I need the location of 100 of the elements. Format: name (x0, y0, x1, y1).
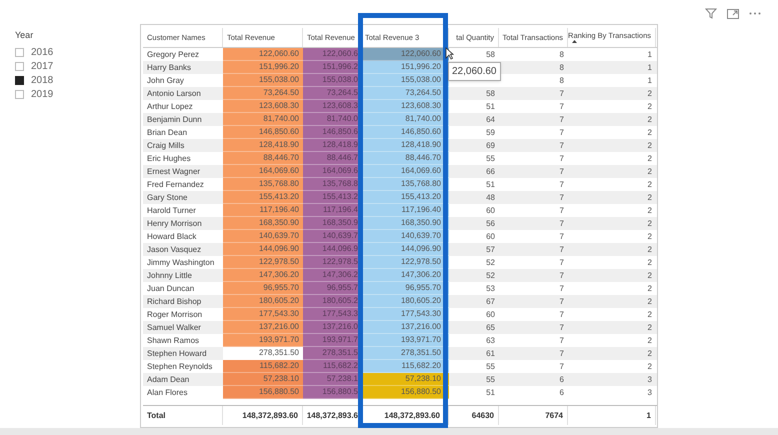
customer-name: Gregory Perez (147, 48, 200, 60)
revenue-cell: 144,096.90 (223, 243, 303, 256)
quantity-cell: 51 (486, 178, 495, 190)
quantity-cell: 60 (486, 308, 495, 320)
revenue-cell: 88,446.7 (303, 152, 361, 165)
customer-name: John Gray (147, 74, 184, 86)
ranking-cell: 3 (648, 374, 652, 386)
quantity-cell: 58 (486, 88, 495, 100)
quantity-cell: 55 (486, 360, 495, 372)
ranking-cell: 2 (648, 308, 652, 320)
transactions-cell: 8 (560, 62, 564, 74)
customer-name: Samuel Walker (147, 322, 201, 334)
customer-name: Arthur Lopez (147, 100, 193, 112)
revenue-cell: 193,971.7 (303, 334, 361, 347)
revenue-cell: 151,996.2 (303, 61, 361, 74)
quantity-cell: 55 (486, 152, 495, 164)
ranking-cell: 2 (648, 322, 652, 334)
revenue-cell: 144,096.9 (303, 243, 361, 256)
revenue-cell: 135,768.80 (223, 178, 303, 191)
revenue-cell: 278,351.50 (361, 347, 449, 360)
revenue-cell: 177,543.30 (223, 308, 303, 321)
revenue-cell: 147,306.2 (303, 269, 361, 282)
revenue-cell: 156,880.50 (223, 386, 303, 399)
revenue-cell: 144,096.90 (361, 243, 449, 256)
revenue-cell: 122,060.60 (223, 48, 303, 61)
customer-name: Stephen Howard (147, 348, 207, 360)
tooltip: 22,060.60 (448, 62, 500, 81)
revenue-cell: 128,418.9 (303, 139, 361, 152)
transactions-cell: 6 (560, 374, 564, 386)
revenue-cell: 164,069.60 (361, 165, 449, 178)
customer-name: Jason Vasquez (147, 244, 202, 256)
revenue-cell: 122,978.50 (223, 256, 303, 269)
revenue-cell: 88,446.70 (361, 152, 449, 165)
revenue-cell: 117,196.40 (361, 204, 449, 217)
transactions-cell: 6 (560, 386, 564, 398)
year-option[interactable]: 2016 (31, 45, 54, 60)
total-cell: 64630 (472, 410, 494, 422)
revenue-cell: 117,196.4 (303, 204, 361, 217)
ranking-cell: 2 (648, 360, 652, 372)
ranking-cell: 2 (648, 244, 652, 256)
slicer-title: Year (15, 29, 34, 42)
revenue-cell: 128,418.90 (361, 139, 449, 152)
year-option[interactable]: 2018 (31, 73, 54, 88)
transactions-cell: 7 (560, 348, 564, 360)
transactions-cell: 7 (560, 244, 564, 256)
checkbox[interactable] (15, 76, 24, 85)
ranking-cell: 2 (648, 126, 652, 138)
quantity-cell: 66 (486, 166, 495, 178)
sort-arrow-icon[interactable] (572, 40, 577, 44)
quantity-cell: 56 (486, 218, 495, 230)
quantity-cell: 59 (486, 126, 495, 138)
customer-name: Eric Hughes (147, 152, 191, 164)
revenue-cell: 96,955.70 (361, 282, 449, 295)
ranking-cell: 2 (648, 230, 652, 242)
year-option[interactable]: 2017 (31, 59, 54, 74)
quantity-cell: 55 (486, 374, 495, 386)
filter-icon[interactable] (705, 8, 717, 19)
quantity-cell: 51 (486, 386, 495, 398)
revenue-cell: 278,351.50 (223, 347, 303, 360)
customer-name: Craig Mills (147, 140, 184, 152)
transactions-cell: 7 (560, 152, 564, 164)
revenue-cell: 96,955.70 (223, 282, 303, 295)
revenue-cell: 122,060.60 (361, 48, 449, 61)
revenue-cell: 73,264.5 (303, 87, 361, 100)
year-option[interactable]: 2019 (31, 87, 54, 102)
revenue-cell: 193,971.70 (223, 334, 303, 347)
transactions-cell: 7 (560, 88, 564, 100)
checkbox[interactable] (15, 48, 24, 57)
focus-mode-icon[interactable] (727, 8, 739, 18)
transactions-cell: 7 (560, 140, 564, 152)
revenue-cell: 123,608.3 (303, 100, 361, 113)
revenue-cell: 135,768.80 (361, 178, 449, 191)
revenue-cell: 180,605.20 (223, 295, 303, 308)
revenue-cell: 81,740.00 (223, 113, 303, 126)
ranking-cell: 2 (648, 218, 652, 230)
total-cell: 1 (646, 410, 651, 422)
revenue-cell: 122,978.5 (303, 256, 361, 269)
ranking-cell: 2 (648, 334, 652, 346)
revenue-cell: 146,850.6 (303, 126, 361, 139)
transactions-cell: 7 (560, 178, 564, 190)
ranking-cell: 2 (648, 100, 652, 112)
customer-name: Shawn Ramos (147, 334, 200, 346)
more-options-icon[interactable] (749, 12, 761, 15)
revenue-cell: 115,682.20 (223, 360, 303, 373)
checkbox[interactable] (15, 90, 24, 99)
transactions-cell: 7 (560, 334, 564, 346)
quantity-cell: 48 (486, 192, 495, 204)
revenue-cell: 155,413.20 (361, 191, 449, 204)
revenue-cell: 81,740.0 (303, 113, 361, 126)
revenue-cell: 151,996.20 (223, 61, 303, 74)
revenue-cell: 122,060.6 (303, 48, 361, 61)
ranking-cell: 2 (648, 178, 652, 190)
checkbox[interactable] (15, 62, 24, 71)
transactions-cell: 7 (560, 218, 564, 230)
total-cell: 148,372,893.6 (306, 410, 358, 422)
customer-name: Roger Morrison (147, 308, 202, 320)
quantity-cell: 67 (486, 296, 495, 308)
revenue-cell: 180,605.2 (303, 295, 361, 308)
ranking-cell: 2 (648, 348, 652, 360)
ranking-cell: 2 (648, 296, 652, 308)
